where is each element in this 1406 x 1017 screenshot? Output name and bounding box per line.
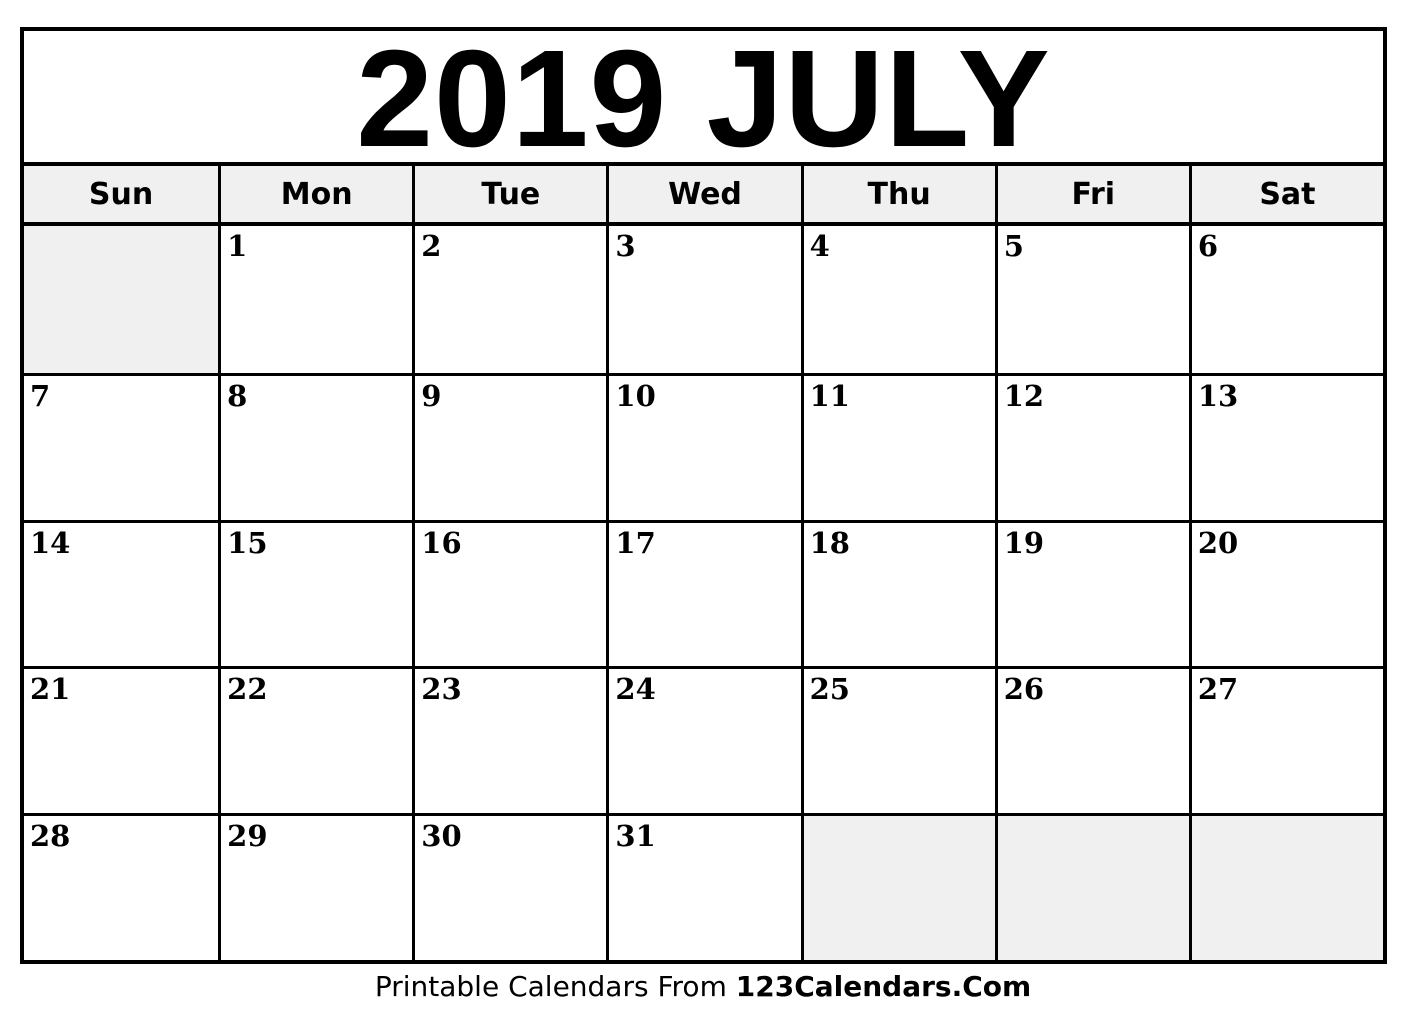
empty-day-cell: [994, 813, 1189, 960]
footer-credit: Printable Calendars From 123Calendars.Co…: [0, 970, 1406, 1003]
day-number: 26: [1003, 672, 1045, 707]
day-cell: 9: [412, 372, 607, 520]
day-cell: 16: [412, 519, 607, 667]
day-number: 4: [809, 229, 830, 263]
day-number: 27: [1197, 672, 1239, 707]
day-cell: 12: [994, 372, 1189, 520]
day-number: 28: [30, 819, 71, 854]
day-number: 24: [615, 672, 656, 707]
day-number: 31: [615, 819, 656, 854]
day-number: 1: [227, 229, 248, 263]
footer-prefix: Printable Calendars From: [374, 970, 736, 1003]
day-number: 19: [1003, 525, 1045, 560]
weekday-header-sun: Sun: [24, 166, 219, 222]
weekday-header-tue: Tue: [412, 166, 607, 222]
day-number: 11: [809, 378, 850, 413]
day-cell: 3: [606, 226, 801, 373]
day-number: 22: [227, 672, 268, 707]
day-cell: 18: [800, 519, 995, 667]
day-cell: 13: [1188, 372, 1383, 520]
day-cell: 11: [800, 372, 995, 520]
day-number: 5: [1003, 229, 1024, 263]
day-cell: 10: [606, 372, 801, 520]
day-cell: 8: [218, 372, 413, 520]
day-cell: 31: [606, 813, 801, 960]
day-cell: 27: [1188, 666, 1383, 814]
day-cell: 14: [24, 519, 219, 667]
day-number: 16: [421, 525, 462, 560]
day-cell: 24: [606, 666, 801, 814]
day-number: 12: [1003, 378, 1045, 413]
day-cell: 5: [994, 226, 1189, 373]
weekday-header-row: Sun Mon Tue Wed Thu Fri Sat: [24, 166, 1383, 226]
day-number: 13: [1197, 378, 1239, 413]
day-cell: 29: [218, 813, 413, 960]
calendar-title-row: 2019 JULY: [24, 21, 1383, 176]
day-number: 8: [227, 378, 248, 413]
day-number: 10: [615, 378, 656, 413]
footer-brand: 123Calendars.Com: [735, 970, 1032, 1003]
day-number: 17: [615, 525, 656, 560]
day-number: 20: [1197, 525, 1239, 560]
weekday-header-fri: Fri: [994, 166, 1189, 222]
day-cell: 20: [1188, 519, 1383, 667]
day-cell: 26: [994, 666, 1189, 814]
day-cell: 23: [412, 666, 607, 814]
day-cell: 22: [218, 666, 413, 814]
calendar-title: 2019 JULY: [356, 21, 1051, 176]
day-cell: 19: [994, 519, 1189, 667]
weekday-header-mon: Mon: [218, 166, 413, 222]
weekday-header-thu: Thu: [800, 166, 995, 222]
day-number: 2: [421, 229, 442, 263]
day-number: 30: [421, 819, 462, 854]
day-number: 3: [615, 229, 636, 263]
day-number: 14: [30, 525, 71, 560]
day-number: 6: [1197, 229, 1219, 263]
day-cell: 2: [412, 226, 607, 373]
day-cell: 1: [218, 226, 413, 373]
day-cell: 30: [412, 813, 607, 960]
day-number: 7: [30, 378, 51, 413]
day-cell: 21: [24, 666, 219, 814]
day-cell: 15: [218, 519, 413, 667]
day-number: 21: [30, 672, 71, 707]
calendar: 2019 JULY Sun Mon Tue Wed Thu Fri Sat 12…: [20, 27, 1387, 964]
day-number: 9: [421, 378, 442, 413]
day-cell: 25: [800, 666, 995, 814]
day-cell: 17: [606, 519, 801, 667]
day-number: 23: [421, 672, 462, 707]
weekday-header-wed: Wed: [606, 166, 801, 222]
day-grid: 1 2 3 4 5 6 7 8 9 10 11 12 13 14 15 16 17 18 19 20 21 22 23 24 2…: [24, 226, 1383, 960]
weekday-header-sat: Sat: [1188, 166, 1383, 222]
empty-day-cell: [800, 813, 995, 960]
day-cell: 7: [24, 372, 219, 520]
day-number: 29: [227, 819, 268, 854]
empty-day-cell: [24, 226, 219, 373]
day-cell: 6: [1188, 226, 1383, 373]
day-cell: 4: [800, 226, 995, 373]
day-cell: 28: [24, 813, 219, 960]
day-number: 25: [809, 672, 850, 707]
empty-day-cell: [1188, 813, 1383, 960]
day-number: 18: [809, 525, 850, 560]
day-number: 15: [227, 525, 268, 560]
